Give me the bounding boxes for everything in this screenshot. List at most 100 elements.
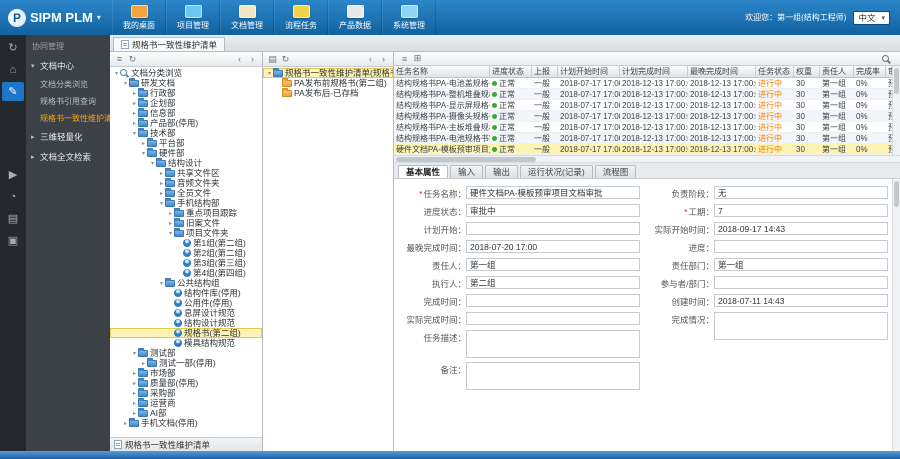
tree-item[interactable]: ▾ 文档分类浏览 <box>110 68 262 78</box>
nav-product[interactable]: 产品数据 <box>328 0 382 35</box>
table-row[interactable]: 结构规格书PA-主板堆叠规格书审批正常一般2018-07-17 17:00201… <box>394 122 892 133</box>
history-icon[interactable]: ◔ <box>2 187 24 206</box>
tree-item[interactable]: ▾ 技术部 <box>110 128 262 138</box>
tree-item[interactable]: ▸ 测试一部(停用) <box>110 358 262 368</box>
search-icon[interactable] <box>882 55 889 62</box>
columns-icon[interactable]: ⊞ <box>411 53 424 65</box>
task-name-input[interactable]: 硬件文档PA-模板预审项目文档审批 <box>466 186 640 199</box>
tree-item[interactable]: ▸ 采购部 <box>110 388 262 398</box>
tree-item[interactable]: ▸ 运营商 <box>110 398 262 408</box>
edit-icon[interactable]: ✎ <box>2 82 24 101</box>
menu-group[interactable]: ▸ 文档全文检索 <box>26 147 110 167</box>
home-icon[interactable]: ⌂ <box>2 60 24 79</box>
tab-0[interactable]: 基本属性 <box>398 165 448 178</box>
collapse-icon[interactable]: ▾ <box>122 80 129 87</box>
app-logo[interactable]: P SIPM PLM ▾ <box>0 0 112 35</box>
column-header-report[interactable]: 上报 <box>532 66 558 77</box>
expand-icon[interactable]: ▸ <box>131 410 138 417</box>
column-header-name[interactable]: 任务名称 <box>394 66 490 77</box>
nav-system[interactable]: 系统管理 <box>382 0 436 35</box>
expand-icon[interactable]: ▸ <box>131 90 138 97</box>
tree-bottom-tab[interactable]: 规格书一致性维护清单 <box>110 437 262 451</box>
column-header-start[interactable]: 计划开始时间 <box>558 66 620 77</box>
column-header-plan_end[interactable]: 计划完成时间 <box>620 66 688 77</box>
expand-icon[interactable]: ▸ <box>140 140 147 147</box>
task-desc-input[interactable] <box>466 330 640 358</box>
late-finish-input[interactable]: 2018-07-20 17:00 <box>466 240 640 253</box>
column-header-status[interactable]: 任务状态 <box>756 66 794 77</box>
prev-icon[interactable]: ‹ <box>364 53 377 65</box>
tab-1[interactable]: 输入 <box>450 165 483 178</box>
participants-input[interactable] <box>714 276 888 289</box>
stage-input[interactable]: 无 <box>714 186 888 199</box>
filter-icon[interactable]: ≡ <box>113 53 126 65</box>
actual-start-input[interactable]: 2018-09-17 14:43 <box>714 222 888 235</box>
table-vertical-scrollbar[interactable] <box>892 66 900 155</box>
collapse-icon[interactable]: ▾ <box>158 200 165 207</box>
library-icon[interactable]: ▤ <box>2 209 24 228</box>
progress-input[interactable] <box>714 240 888 253</box>
remark-input[interactable] <box>466 362 640 390</box>
collapse-icon[interactable]: ▾ <box>266 70 273 77</box>
menu-item[interactable]: 规格书一致性维护清单 <box>26 110 110 127</box>
collapse-icon[interactable]: ▾ <box>167 230 174 237</box>
doc-list-icon[interactable]: ▤ <box>266 53 279 65</box>
language-select[interactable]: 中文 ▾ <box>853 11 890 25</box>
nav-process[interactable]: 流程任务 <box>274 0 328 35</box>
tree-item[interactable]: ▸ 质量部(停用) <box>110 378 262 388</box>
expand-icon[interactable]: ▸ <box>167 220 174 227</box>
monitor-icon[interactable]: ▣ <box>2 231 24 250</box>
nav-desktop[interactable]: 我的桌面 <box>112 0 166 35</box>
tab-2[interactable]: 输出 <box>485 165 518 178</box>
table-row[interactable]: 硬件文档PA-模板预审项目文档审批正常一般2018-07-17 17:00201… <box>394 144 892 155</box>
table-row[interactable]: 结构规格书PA-显示屏规格书审批正常一般2018-07-17 17:002018… <box>394 100 892 111</box>
collapse-icon[interactable]: ▾ <box>131 130 138 137</box>
scrollbar-thumb[interactable] <box>894 68 899 94</box>
expand-icon[interactable]: ▸ <box>167 210 174 217</box>
create-time-input[interactable]: 2018-07-11 14:43 <box>714 294 888 307</box>
scrollbar-thumb[interactable] <box>894 181 899 207</box>
nav-document[interactable]: 文档管理 <box>220 0 274 35</box>
collapse-icon[interactable]: ▾ <box>158 280 165 287</box>
progress-status-input[interactable]: 审批中 <box>466 204 640 217</box>
expand-icon[interactable]: ▸ <box>131 400 138 407</box>
owner-input[interactable]: 第一组 <box>466 258 640 271</box>
expand-icon[interactable]: ▸ <box>131 370 138 377</box>
expand-icon[interactable]: ▸ <box>140 360 147 367</box>
completion-input[interactable] <box>714 312 888 340</box>
next-icon[interactable]: › <box>246 53 259 65</box>
refresh-icon[interactable]: ↻ <box>126 53 139 65</box>
expand-icon[interactable]: ▸ <box>131 110 138 117</box>
actual-finish-input[interactable] <box>466 312 640 325</box>
tree-item[interactable]: ▸ 产品部(停用) <box>110 118 262 128</box>
tree-item[interactable]: ▸ 企划部 <box>110 98 262 108</box>
send-icon[interactable]: ▶ <box>2 165 24 184</box>
sync-icon[interactable]: ↻ <box>2 38 24 57</box>
collapse-icon[interactable]: ▾ <box>140 150 147 157</box>
tree-item[interactable]: ▸ 行政部 <box>110 88 262 98</box>
breadcrumb-tab[interactable]: 规格书一致性维护清单 <box>113 37 225 51</box>
form-vertical-scrollbar[interactable] <box>892 179 900 451</box>
column-header-owner[interactable]: 责任人 <box>820 66 854 77</box>
expand-icon[interactable]: ▸ <box>158 190 165 197</box>
prev-icon[interactable]: ‹ <box>233 53 246 65</box>
table-row[interactable]: 结构规格书PA-电池盖规格书审批正常一般2018-07-17 17:002018… <box>394 78 892 89</box>
table-row[interactable]: 结构规格书PA-摄像头规格书审批正常一般2018-07-17 17:002018… <box>394 111 892 122</box>
collapse-icon[interactable]: ▾ <box>131 350 138 357</box>
expand-icon[interactable]: ▸ <box>131 380 138 387</box>
menu-group[interactable]: ▸ 三维轻量化 <box>26 127 110 147</box>
duration-input[interactable]: 7 <box>714 204 888 217</box>
tree-item[interactable]: 第4组(第四组) <box>110 268 262 278</box>
nav-project[interactable]: 项目管理 <box>166 0 220 35</box>
expand-icon[interactable]: ▸ <box>158 180 165 187</box>
owner-dept-input[interactable]: 第一组 <box>714 258 888 271</box>
expand-icon[interactable]: ▸ <box>158 170 165 177</box>
menu-group[interactable]: ▾ 文档中心 <box>26 56 110 76</box>
table-row[interactable]: 结构规格书PA-整机堆叠规格书审批正常一般2018-07-17 17:00201… <box>394 89 892 100</box>
executor-input[interactable]: 第二组 <box>466 276 640 289</box>
table-row[interactable]: 结构规格书PA-电池规格书审批正常一般2018-07-17 17:002018-… <box>394 133 892 144</box>
expand-icon[interactable]: ▸ <box>131 120 138 127</box>
tree-item[interactable]: ▸ 手机文档(停用) <box>110 418 262 428</box>
collapse-icon[interactable]: ▾ <box>149 160 156 167</box>
menu-item[interactable]: 规格书引用查询 <box>26 93 110 110</box>
